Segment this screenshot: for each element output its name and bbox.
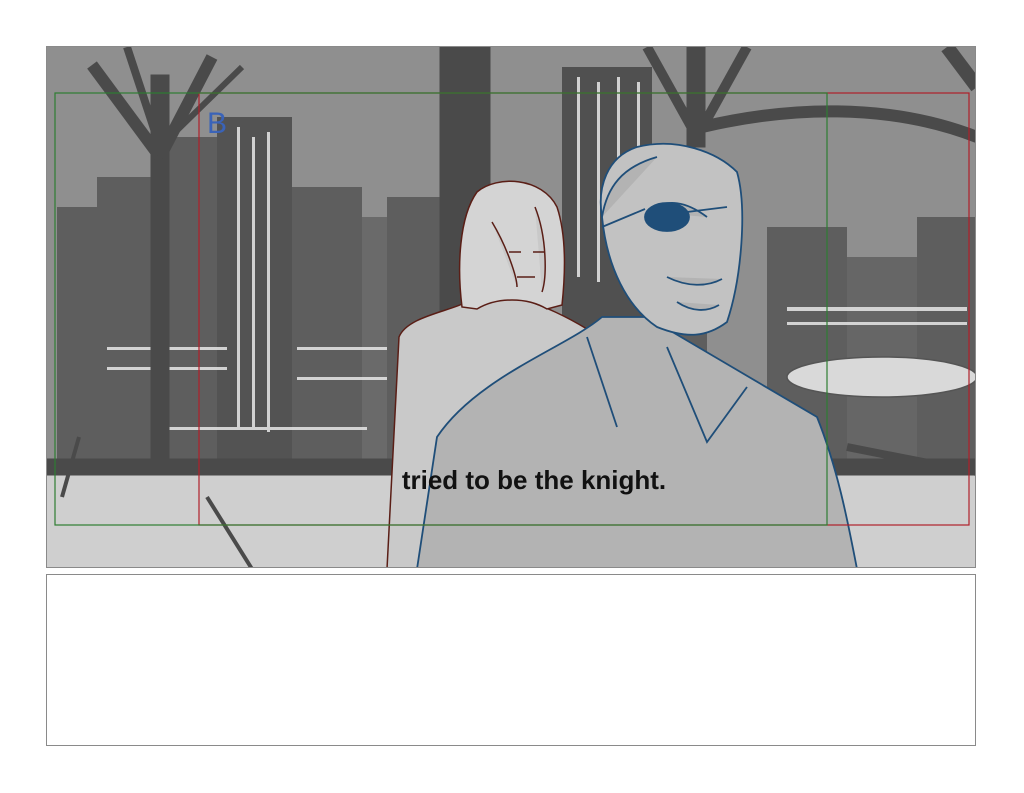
eyepatch-icon xyxy=(644,202,690,232)
panel-label: B xyxy=(207,107,228,140)
round-table xyxy=(786,356,975,398)
dialogue-caption: tried to be the knight. xyxy=(401,465,667,495)
storyboard-panel: B tried to be the knight. xyxy=(46,46,976,568)
notes-box[interactable] xyxy=(46,574,976,746)
